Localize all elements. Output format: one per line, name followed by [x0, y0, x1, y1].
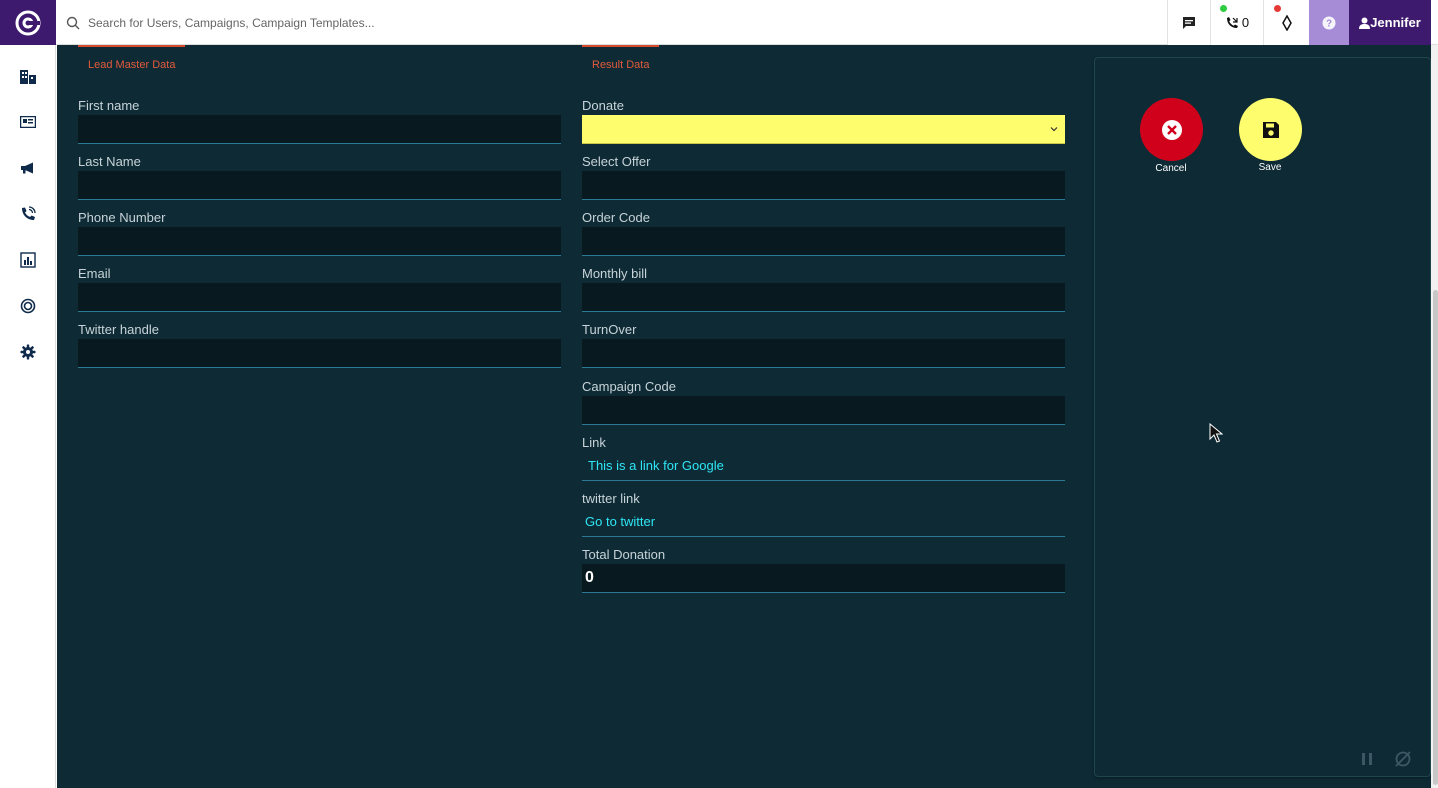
user-menu-button[interactable]: Jennifer	[1349, 0, 1431, 45]
user-name: Jennifer	[1370, 15, 1421, 30]
order-code-field[interactable]	[582, 227, 1065, 256]
scrollbar-thumb[interactable]	[1433, 290, 1438, 785]
search-bar	[56, 0, 1166, 45]
megaphone-icon	[21, 162, 33, 174]
section-tab-indicator	[78, 45, 185, 47]
help-icon: ?	[1322, 16, 1336, 29]
calls-count: 0	[1241, 15, 1250, 30]
sidebar-item-reports[interactable]	[17, 249, 39, 271]
help-button[interactable]: ?	[1309, 0, 1349, 45]
sidebar-item-settings[interactable]	[17, 341, 39, 363]
section-title-result-data: Result Data	[592, 59, 650, 71]
campaign-code-field[interactable]	[582, 396, 1065, 425]
cancel-label: Cancel	[1155, 163, 1187, 174]
sidebar-item-campaigns[interactable]	[17, 157, 39, 179]
turnover-field[interactable]	[582, 339, 1065, 368]
campaign-code-label: Campaign Code	[582, 379, 676, 394]
search-input[interactable]	[88, 15, 688, 30]
twitter-link-field: Go to twitter	[582, 508, 1065, 537]
total-donation-field[interactable]: 0	[582, 564, 1065, 593]
svg-text:?: ?	[1326, 18, 1332, 29]
missed-call-icon	[1226, 16, 1238, 28]
user-icon	[1359, 17, 1371, 29]
gear-icon	[20, 344, 36, 360]
chart-icon	[20, 252, 36, 268]
twitter-link-label: twitter link	[582, 491, 640, 506]
save-button[interactable]	[1239, 98, 1302, 161]
monthly-bill-label: Monthly bill	[582, 266, 648, 281]
chat-button[interactable]	[1167, 0, 1210, 45]
turnover-label: TurnOver	[582, 322, 637, 337]
twitter-handle-field[interactable]	[78, 339, 561, 368]
email-label: Email	[78, 266, 111, 281]
last-name-label: Last Name	[78, 154, 141, 169]
app-logo[interactable]	[0, 0, 56, 45]
record-off-icon[interactable]	[1394, 750, 1412, 768]
twitter-handle-label: Twitter handle	[78, 322, 159, 337]
phone-number-label: Phone Number	[78, 210, 166, 225]
card-icon	[20, 116, 36, 128]
top-bar: 0 ? Jennifer	[0, 0, 1438, 45]
search-icon	[66, 16, 80, 29]
monthly-bill-field[interactable]	[582, 283, 1065, 312]
close-circle-icon	[1161, 119, 1182, 140]
phone-icon	[22, 206, 36, 220]
donate-label: Donate	[582, 98, 624, 113]
sidebar-item-calls[interactable]	[17, 203, 39, 225]
logo-icon	[15, 10, 41, 35]
location-icon	[1281, 14, 1292, 31]
order-code-label: Order Code	[582, 210, 650, 225]
offline-status-dot	[1274, 5, 1281, 12]
last-name-field[interactable]	[78, 171, 561, 200]
building-icon	[20, 70, 36, 84]
save-icon	[1262, 121, 1279, 138]
first-name-field[interactable]	[78, 115, 561, 144]
sidebar-item-leads[interactable]	[17, 111, 39, 133]
online-status-dot	[1220, 5, 1227, 12]
mouse-cursor-icon	[1209, 423, 1223, 443]
chevron-down-icon	[1050, 127, 1058, 132]
save-label: Save	[1258, 162, 1282, 173]
total-donation-label: Total Donation	[582, 547, 666, 562]
chat-icon	[1183, 16, 1195, 29]
sidebar	[0, 45, 56, 788]
google-link[interactable]: This is a link for Google	[588, 458, 724, 473]
section-title-lead-master-data: Lead Master Data	[88, 59, 176, 71]
link-field: This is a link for Google	[582, 452, 1065, 481]
sidebar-item-dashboard[interactable]	[17, 66, 39, 88]
first-name-label: First name	[78, 98, 140, 113]
section-tab-indicator	[582, 45, 659, 47]
total-donation-value: 0	[585, 569, 594, 586]
calls-button[interactable]: 0	[1210, 0, 1263, 45]
cancel-button[interactable]	[1140, 98, 1203, 161]
select-offer-field[interactable]	[582, 171, 1065, 200]
action-panel: Cancel Save	[1094, 57, 1431, 777]
twitter-link[interactable]: Go to twitter	[585, 514, 655, 529]
status-button[interactable]	[1263, 0, 1309, 45]
phone-number-field[interactable]	[78, 227, 561, 256]
target-icon	[20, 298, 36, 314]
donate-select[interactable]	[582, 115, 1065, 144]
link-label: Link	[582, 435, 606, 450]
main-content: Lead Master Data First name Last Name Ph…	[57, 45, 1431, 788]
select-offer-label: Select Offer	[582, 154, 651, 169]
sidebar-item-targets[interactable]	[17, 295, 39, 317]
email-field[interactable]	[78, 283, 561, 312]
pause-icon[interactable]	[1358, 750, 1376, 768]
